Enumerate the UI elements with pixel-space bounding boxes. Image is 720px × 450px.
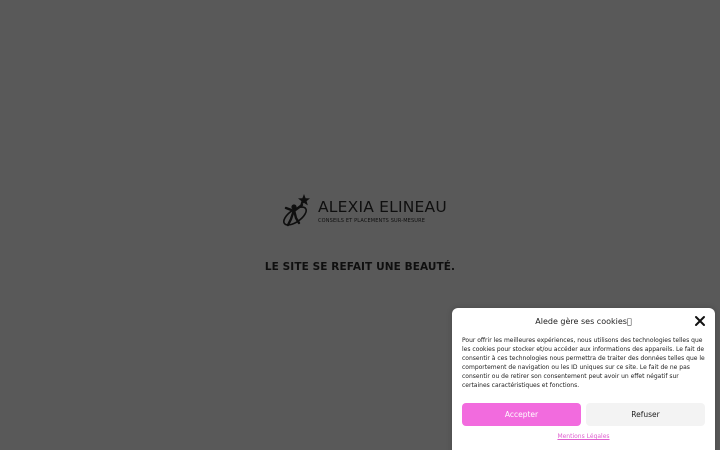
refuse-button[interactable]: Refuser [586,403,705,426]
star-person-orbit-icon [283,194,310,227]
brand-logo: ALEXIA ELINEAU CONSEILS ET PLACEMENTS SU… [280,192,447,232]
legal-notice-link[interactable]: Mentions Légales [452,433,715,440]
maintenance-headline: LE SITE SE REFAIT UNE BEAUTÉ. [264,261,456,273]
close-icon[interactable] [694,315,706,327]
accept-button[interactable]: Accepter [462,403,581,426]
cookie-consent-dialog: Alede gère ses cookies Pour offrir les … [452,308,715,450]
cookie-description: Pour offrir les meilleures expériences, … [462,337,705,390]
brand-tagline: CONSEILS ET PLACEMENTS SUR-MESURE [318,218,426,224]
brand-name: ALEXIA ELINEAU [318,198,447,216]
cookie-dialog-title: Alede gère ses cookies [535,317,631,326]
